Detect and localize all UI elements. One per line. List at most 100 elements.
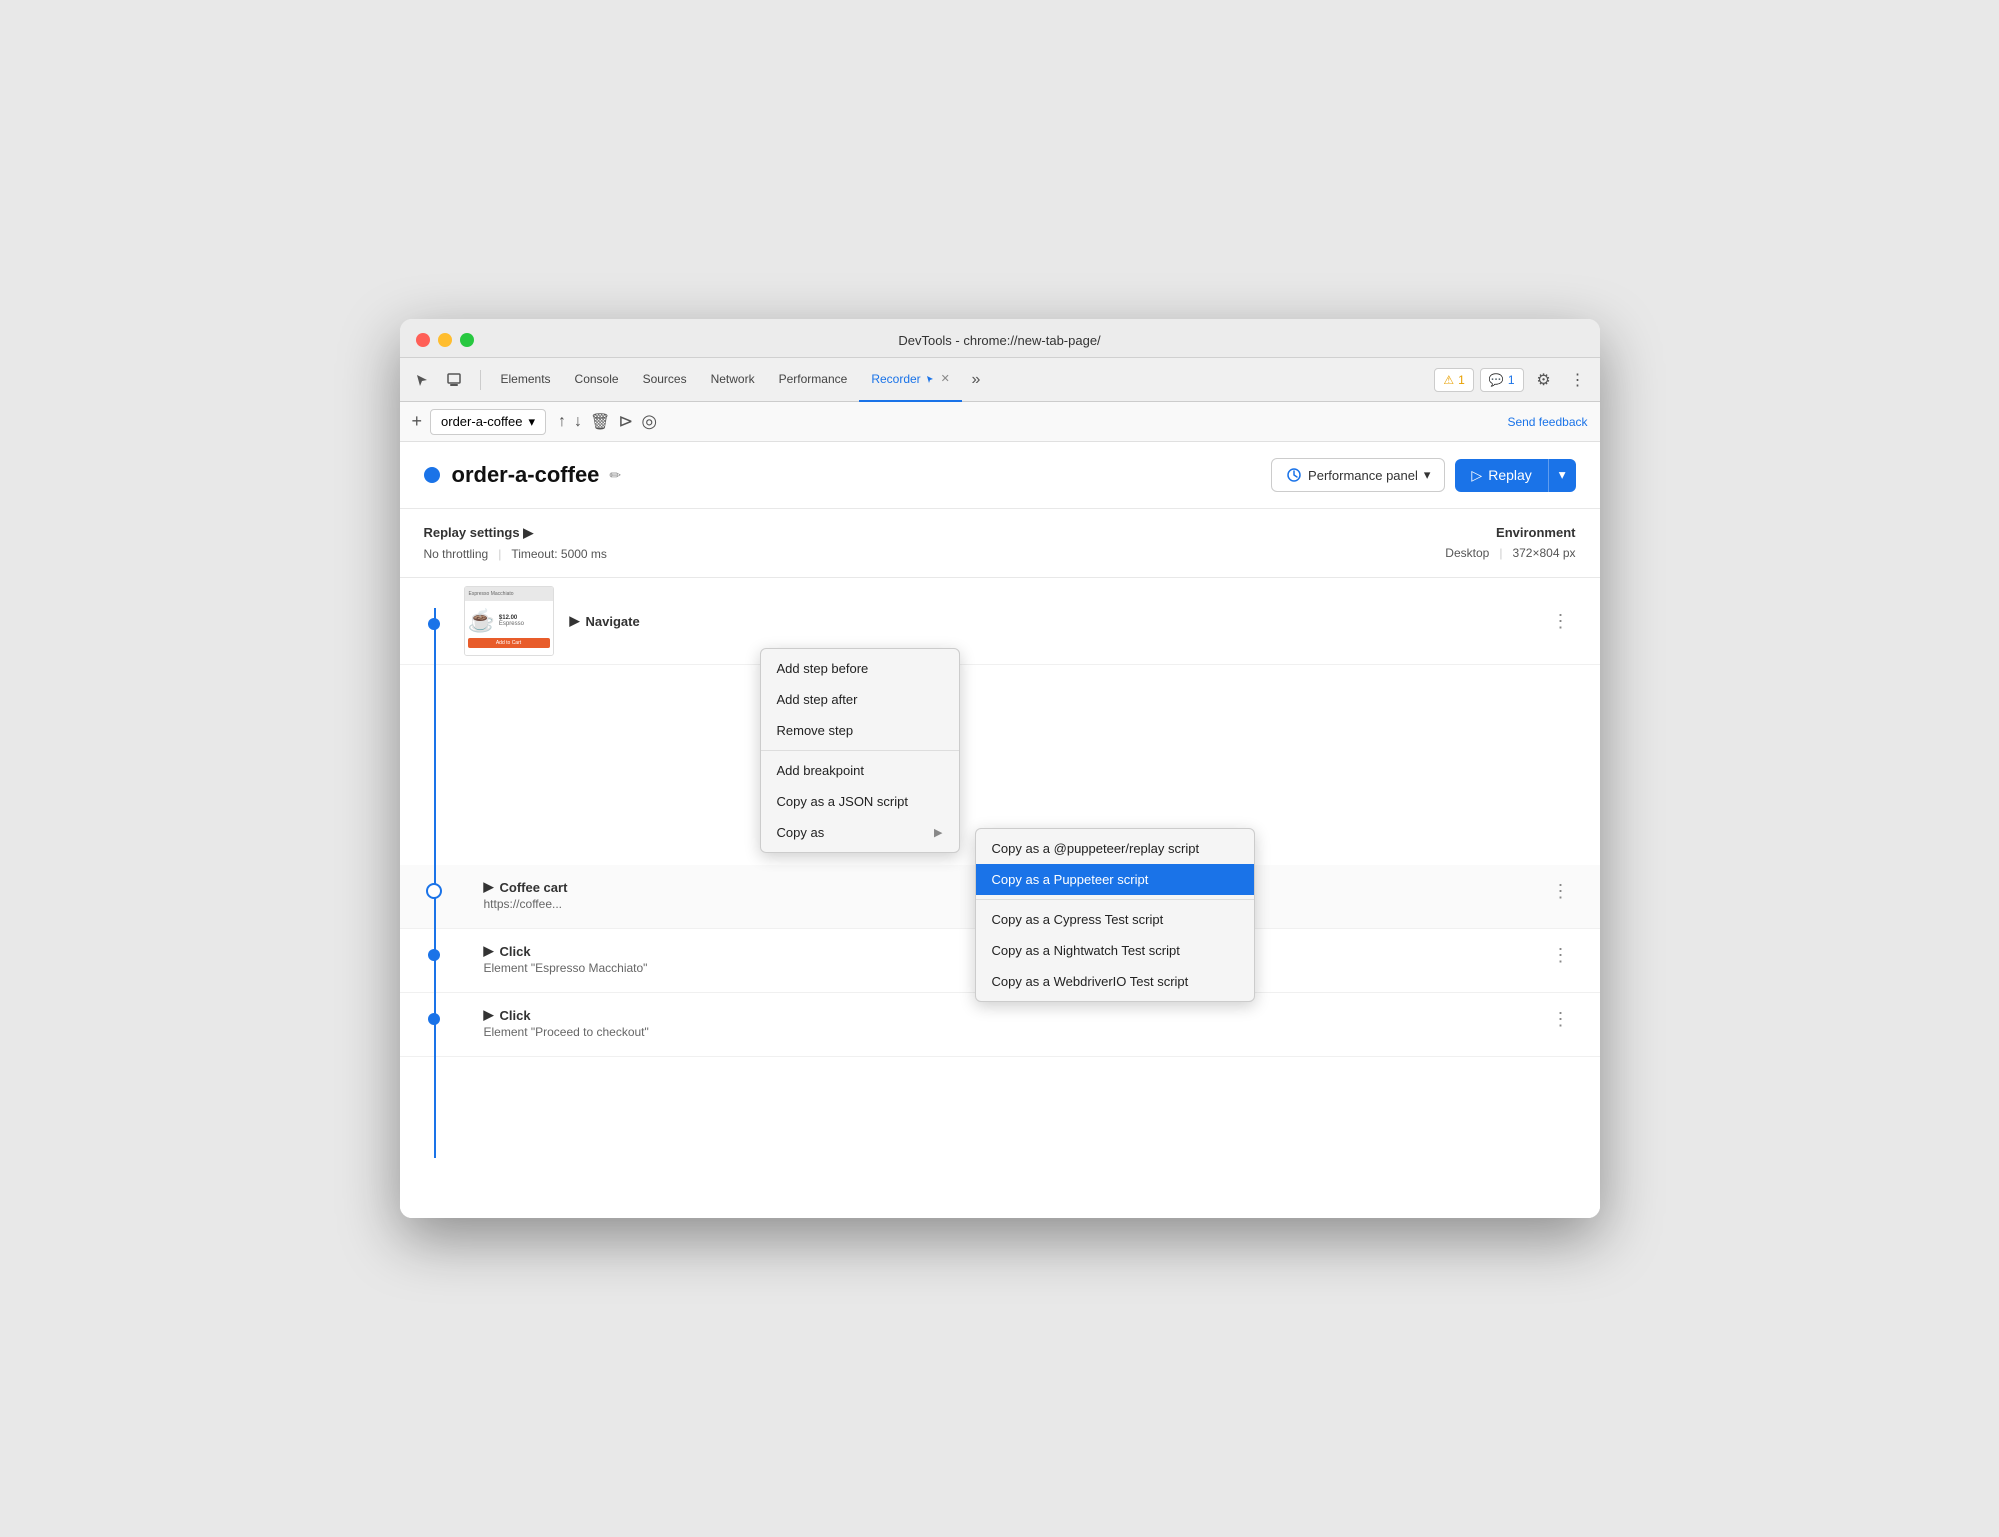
recording-name-label: order-a-coffee — [441, 414, 522, 429]
step-expand-click2: ▶ — [484, 1007, 494, 1023]
copy-puppeteer-replay[interactable]: Copy as a @puppeteer/replay script — [976, 833, 1254, 864]
step-expand-coffee: ▶ — [484, 879, 494, 895]
context-add-after[interactable]: Add step after — [761, 684, 959, 715]
chat-badge[interactable]: 💬 1 — [1480, 368, 1524, 392]
chat-icon: 💬 — [1489, 373, 1504, 387]
recording-indicator — [424, 467, 440, 483]
replay-dropdown-button[interactable]: ▾ — [1548, 459, 1576, 492]
start-recording-icon[interactable]: ⊳ — [618, 411, 633, 432]
warning-count: 1 — [1458, 373, 1465, 387]
replay-dropdown-icon: ▾ — [1559, 467, 1566, 482]
replay-settings: Replay settings ▶ No throttling | Timeou… — [424, 525, 1446, 561]
step-navigate: Espresso Macchiato ☕ $12.00 Espresso — [400, 578, 1600, 665]
export-icon[interactable]: ↑ — [558, 413, 566, 431]
step-more-click1[interactable]: ⋮ — [1546, 943, 1576, 968]
context-add-breakpoint[interactable]: Add breakpoint — [761, 755, 959, 786]
resolution-label: 372×804 px — [1512, 546, 1575, 560]
environment-settings: Environment Desktop | 372×804 px — [1445, 525, 1575, 561]
replay-label: Replay — [1488, 467, 1532, 483]
step-subtitle-click2: Element "Proceed to checkout" — [484, 1025, 1546, 1039]
settings-icon[interactable]: ⚙ — [1530, 366, 1558, 394]
title-bar: DevTools - chrome://new-tab-page/ — [400, 319, 1600, 358]
context-remove-step[interactable]: Remove step — [761, 715, 959, 746]
replay-play-icon: ▷ — [1471, 467, 1482, 484]
step-dot-click1 — [428, 949, 440, 961]
throttling-label: No throttling — [424, 547, 489, 561]
devtools-window: DevTools - chrome://new-tab-page/ Elemen… — [400, 319, 1600, 1218]
step-dot-click2 — [428, 1013, 440, 1025]
performance-panel-icon — [1286, 467, 1302, 483]
primary-context-menu: Add step before Add step after Remove st… — [760, 648, 960, 853]
window-title: DevTools - chrome://new-tab-page/ — [898, 333, 1100, 348]
perf-panel-dropdown-icon: ▾ — [1424, 467, 1431, 483]
devtools-panel: Elements Console Sources Network Perform… — [400, 358, 1600, 1218]
tabs-right: ⚠ 1 💬 1 ⚙ ⋮ — [1434, 366, 1591, 394]
step-title-click2[interactable]: ▶ Click — [484, 1007, 1546, 1023]
tab-performance[interactable]: Performance — [767, 358, 860, 402]
copy-puppeteer-script[interactable]: Copy as a Puppeteer script — [976, 864, 1254, 895]
warning-icon: ⚠ — [1443, 373, 1454, 387]
tab-elements[interactable]: Elements — [489, 358, 563, 402]
steps-container: Espresso Macchiato ☕ $12.00 Espresso — [400, 578, 1600, 1218]
recording-header: order-a-coffee ✏ Performance panel ▾ ▷ — [400, 442, 1600, 509]
copy-nightwatch[interactable]: Copy as a Nightwatch Test script — [976, 935, 1254, 966]
submenu-arrow-icon: ▶ — [934, 826, 942, 839]
tab-sources[interactable]: Sources — [631, 358, 699, 402]
warning-badge[interactable]: ⚠ 1 — [1434, 368, 1473, 392]
device-label: Desktop — [1445, 546, 1489, 560]
performance-panel-button[interactable]: Performance panel ▾ — [1271, 458, 1445, 492]
tab-recorder[interactable]: Recorder ✕ — [859, 358, 962, 402]
close-button[interactable] — [416, 333, 430, 347]
env-divider: | — [1499, 546, 1502, 560]
replay-settings-title[interactable]: Replay settings ▶ — [424, 525, 1446, 541]
environment-title: Environment — [1445, 525, 1575, 540]
tab-separator — [480, 370, 481, 390]
context-menu-separator-1 — [761, 750, 959, 751]
step-more-navigate[interactable]: ⋮ — [1546, 609, 1576, 634]
step-more-coffee[interactable]: ⋮ — [1546, 879, 1576, 904]
replay-button[interactable]: ▷ Replay — [1455, 459, 1547, 492]
cursor-icon[interactable] — [408, 366, 436, 394]
import-icon[interactable]: ↓ — [574, 413, 582, 431]
more-options-icon[interactable]: ⋮ — [1564, 366, 1592, 394]
add-recording-button[interactable]: + — [412, 411, 423, 432]
settings-recording-icon[interactable]: ◎ — [641, 411, 657, 432]
timeout-label: Timeout: 5000 ms — [511, 547, 607, 561]
send-feedback-link[interactable]: Send feedback — [1507, 415, 1587, 429]
tab-console[interactable]: Console — [563, 358, 631, 402]
copy-cypress[interactable]: Copy as a Cypress Test script — [976, 904, 1254, 935]
chat-count: 1 — [1508, 373, 1515, 387]
replay-settings-details: No throttling | Timeout: 5000 ms — [424, 547, 1446, 561]
thumbnail-body: ☕ $12.00 Espresso Add to Cart — [465, 601, 553, 651]
step-click-checkout: ▶ Click Element "Proceed to checkout" ⋮ — [400, 993, 1600, 1057]
traffic-lights — [416, 333, 474, 347]
recording-selector[interactable]: order-a-coffee ▾ — [430, 409, 546, 435]
delete-icon[interactable]: 🗑 — [590, 412, 610, 432]
toolbar-actions: ↑ ↓ 🗑 ⊳ ◎ — [558, 411, 657, 432]
minimize-button[interactable] — [438, 333, 452, 347]
header-right-actions: Performance panel ▾ ▷ Replay ▾ — [1271, 458, 1575, 492]
tab-network[interactable]: Network — [699, 358, 767, 402]
settings-divider: | — [498, 547, 501, 561]
main-content: order-a-coffee ✏ Performance panel ▾ ▷ — [400, 442, 1600, 1218]
step-content-navigate: ▶ Navigate — [570, 613, 1546, 629]
step-dot-coffee — [426, 883, 442, 899]
context-copy-json[interactable]: Copy as a JSON script — [761, 786, 959, 817]
inspect-icon[interactable] — [440, 366, 468, 394]
maximize-button[interactable] — [460, 333, 474, 347]
context-add-before[interactable]: Add step before — [761, 653, 959, 684]
tab-close-icon[interactable]: ✕ — [941, 372, 950, 385]
thumbnail-header: Espresso Macchiato — [465, 587, 553, 601]
context-copy-as[interactable]: Copy as ▶ — [761, 817, 959, 848]
replay-button-group: ▷ Replay ▾ — [1455, 459, 1575, 492]
edit-recording-icon[interactable]: ✏ — [609, 467, 621, 484]
copy-webdriverio[interactable]: Copy as a WebdriverIO Test script — [976, 966, 1254, 997]
more-tabs-icon[interactable]: » — [962, 366, 990, 394]
environment-details: Desktop | 372×804 px — [1445, 546, 1575, 560]
secondary-separator — [976, 899, 1254, 900]
settings-area: Replay settings ▶ No throttling | Timeou… — [400, 509, 1600, 578]
step-more-click2[interactable]: ⋮ — [1546, 1007, 1576, 1032]
step-content-click2: ▶ Click Element "Proceed to checkout" — [484, 1007, 1546, 1039]
step-title-navigate[interactable]: ▶ Navigate — [570, 613, 1546, 629]
step-thumbnail-navigate: Espresso Macchiato ☕ $12.00 Espresso — [464, 586, 554, 656]
